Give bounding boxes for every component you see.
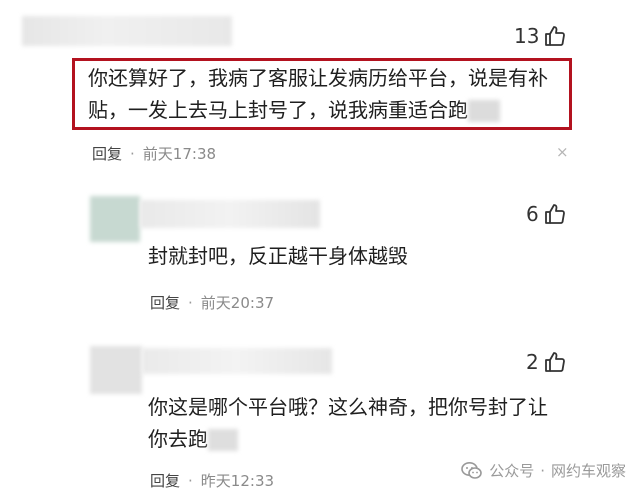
- redacted-username: [140, 200, 320, 228]
- wechat-official-account-icon: [461, 461, 482, 479]
- redacted-avatar: [90, 196, 140, 242]
- watermark-account-label: 公众号: [489, 462, 535, 480]
- reply-button[interactable]: 回复: [92, 143, 122, 164]
- watermark-name: 网约车观察: [550, 462, 626, 480]
- redacted-username: [22, 16, 232, 46]
- separator-dot: ·: [188, 293, 193, 312]
- reply-button[interactable]: 回复: [150, 292, 180, 313]
- comment-text-line: 贴，一发上去马上封号了，说我病重适合跑: [88, 94, 548, 126]
- like-count-2[interactable]: 6: [526, 202, 567, 226]
- reply-button[interactable]: 回复: [150, 470, 180, 491]
- thumbs-up-icon: [545, 26, 566, 46]
- redacted-avatar: [90, 346, 142, 394]
- like-count-value: 2: [526, 350, 539, 374]
- comment-meta-3: 回复 · 昨天12:33: [150, 470, 274, 491]
- thumbs-up-icon: [544, 204, 565, 224]
- redacted-text: [208, 429, 238, 451]
- comment-meta-2: 回复 · 前天20:37: [150, 292, 274, 313]
- watermark-separator: ·: [540, 461, 545, 480]
- comment-text-line: 你还算好了，我病了客服让发病历给平台，说是有补: [88, 66, 548, 90]
- redacted-username: [142, 348, 332, 374]
- separator-dot: ·: [130, 144, 135, 163]
- comment-meta-1: 回复 · 前天17:38: [92, 143, 216, 164]
- watermark: 公众号 · 网约车观察: [461, 460, 626, 481]
- comment-text-2: 封就封吧，反正越干身体越毁: [148, 240, 408, 272]
- redacted-text: [468, 100, 500, 122]
- comment-time: 昨天12:33: [200, 472, 275, 490]
- thumbs-up-icon: [544, 352, 565, 372]
- comment-text-line: 你去跑: [148, 423, 548, 455]
- comment-text-line: 你这是哪个平台哦？这么神奇，把你号封了让: [148, 395, 548, 419]
- like-count-value: 6: [526, 202, 539, 226]
- comment-text-line: 封就封吧，反正越干身体越毁: [148, 244, 408, 268]
- like-count-1[interactable]: 13: [514, 24, 567, 48]
- comment-time: 前天17:38: [142, 145, 217, 163]
- like-count-value: 13: [514, 24, 540, 48]
- separator-dot: ·: [188, 471, 193, 490]
- comment-time: 前天20:37: [200, 294, 275, 312]
- like-count-3[interactable]: 2: [526, 350, 567, 374]
- comment-text-1: 你还算好了，我病了客服让发病历给平台，说是有补 贴，一发上去马上封号了，说我病重…: [88, 62, 548, 126]
- comment-text-3: 你这是哪个平台哦？这么神奇，把你号封了让 你去跑: [148, 391, 548, 455]
- close-icon[interactable]: ×: [556, 143, 569, 161]
